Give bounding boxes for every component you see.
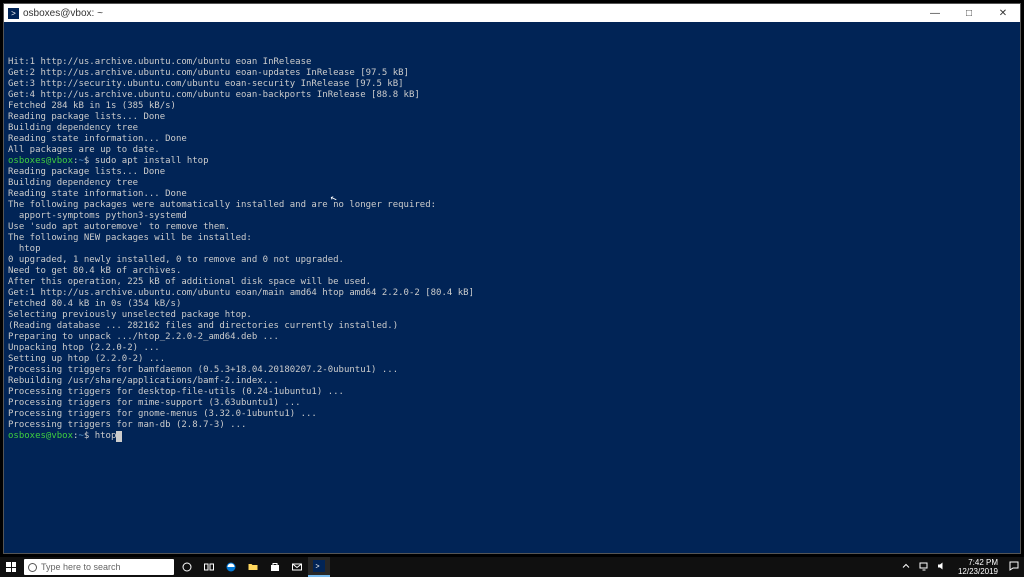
svg-text:>: > xyxy=(316,564,320,571)
terminal-line: Processing triggers for mime-support (3.… xyxy=(8,398,1016,409)
terminal-line: After this operation, 225 kB of addition… xyxy=(8,277,1016,288)
prompt-line: osboxes@vbox:~$ sudo apt install htop xyxy=(8,156,1016,167)
terminal-line: Preparing to unpack .../htop_2.2.0-2_amd… xyxy=(8,332,1016,343)
terminal-window: > osboxes@vbox: ~ — □ ✕ ↖ Hit:1 http://u… xyxy=(3,3,1021,554)
terminal-line: The following NEW packages will be insta… xyxy=(8,233,1016,244)
terminal-line: apport-symptoms python3-systemd xyxy=(8,211,1016,222)
terminal-line: Rebuilding /usr/share/applications/bamf-… xyxy=(8,376,1016,387)
terminal-output[interactable]: ↖ Hit:1 http://us.archive.ubuntu.com/ubu… xyxy=(4,22,1020,553)
mail-icon[interactable] xyxy=(286,557,308,577)
minimize-button[interactable]: — xyxy=(918,4,952,22)
file-explorer-icon[interactable] xyxy=(242,557,264,577)
terminal-line: Get:4 http://us.archive.ubuntu.com/ubunt… xyxy=(8,90,1016,101)
network-icon[interactable] xyxy=(918,560,930,574)
terminal-line: All packages are up to date. xyxy=(8,145,1016,156)
terminal-line: Processing triggers for desktop-file-uti… xyxy=(8,387,1016,398)
terminal-line: Selecting previously unselected package … xyxy=(8,310,1016,321)
close-button[interactable]: ✕ xyxy=(986,4,1020,22)
terminal-line: Reading package lists... Done xyxy=(8,167,1016,178)
terminal-line: Get:2 http://us.archive.ubuntu.com/ubunt… xyxy=(8,68,1016,79)
terminal-line: Reading state information... Done xyxy=(8,189,1016,200)
terminal-line: Reading state information... Done xyxy=(8,134,1016,145)
terminal-line: Unpacking htop (2.2.0-2) ... xyxy=(8,343,1016,354)
terminal-line: Processing triggers for man-db (2.8.7-3)… xyxy=(8,420,1016,431)
window-title: osboxes@vbox: ~ xyxy=(23,8,918,19)
terminal-line: Reading package lists... Done xyxy=(8,112,1016,123)
terminal-line: Use 'sudo apt autoremove' to remove them… xyxy=(8,222,1016,233)
terminal-line: The following packages were automaticall… xyxy=(8,200,1016,211)
window-titlebar[interactable]: > osboxes@vbox: ~ — □ ✕ xyxy=(4,4,1020,22)
terminal-line: Need to get 80.4 kB of archives. xyxy=(8,266,1016,277)
terminal-line: Building dependency tree xyxy=(8,178,1016,189)
taskbar-search[interactable]: Type here to search xyxy=(24,559,174,575)
terminal-line: Fetched 80.4 kB in 0s (354 kB/s) xyxy=(8,299,1016,310)
search-placeholder: Type here to search xyxy=(41,562,121,572)
start-button[interactable] xyxy=(0,557,22,577)
search-icon xyxy=(28,563,37,572)
system-tray[interactable]: 7:42 PM 12/23/2019 xyxy=(900,558,1024,576)
terminal-line: 0 upgraded, 1 newly installed, 0 to remo… xyxy=(8,255,1016,266)
terminal-line: Get:3 http://security.ubuntu.com/ubuntu … xyxy=(8,79,1016,90)
terminal-line: Setting up htop (2.2.0-2) ... xyxy=(8,354,1016,365)
terminal-line: Processing triggers for gnome-menus (3.3… xyxy=(8,409,1016,420)
powershell-taskbar-icon[interactable]: > xyxy=(308,557,330,577)
tray-chevron-icon[interactable] xyxy=(900,560,912,574)
terminal-line: Get:1 http://us.archive.ubuntu.com/ubunt… xyxy=(8,288,1016,299)
terminal-line: (Reading database ... 282162 files and d… xyxy=(8,321,1016,332)
taskbar: Type here to search > 7:42 PM 12/23/2019 xyxy=(0,557,1024,577)
clock-time: 7:42 PM xyxy=(958,558,998,567)
terminal-line: Processing triggers for bamfdaemon (0.5.… xyxy=(8,365,1016,376)
terminal-line: htop xyxy=(8,244,1016,255)
terminal-line: Building dependency tree xyxy=(8,123,1016,134)
notifications-icon[interactable] xyxy=(1008,560,1020,574)
clock-date: 12/23/2019 xyxy=(958,567,998,576)
windows-logo-icon xyxy=(6,562,16,572)
edge-icon[interactable] xyxy=(220,557,242,577)
task-view-icon[interactable] xyxy=(198,557,220,577)
terminal-line: Fetched 284 kB in 1s (385 kB/s) xyxy=(8,101,1016,112)
taskbar-clock[interactable]: 7:42 PM 12/23/2019 xyxy=(954,558,1002,576)
terminal-line: Hit:1 http://us.archive.ubuntu.com/ubunt… xyxy=(8,57,1016,68)
powershell-icon: > xyxy=(8,8,19,19)
prompt-line: osboxes@vbox:~$ htop xyxy=(8,431,1016,442)
maximize-button[interactable]: □ xyxy=(952,4,986,22)
cortana-icon[interactable] xyxy=(176,557,198,577)
store-icon[interactable] xyxy=(264,557,286,577)
volume-icon[interactable] xyxy=(936,560,948,574)
